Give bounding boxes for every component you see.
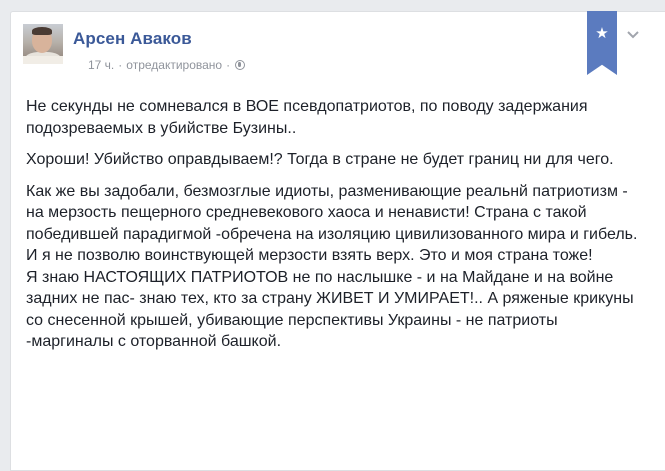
bookmark-ribbon[interactable]: ★ <box>587 11 617 75</box>
author-avatar[interactable] <box>23 24 63 64</box>
post-timestamp[interactable]: 17 ч. <box>88 58 114 72</box>
avatar-arm <box>23 56 63 64</box>
avatar-hair <box>32 27 52 35</box>
post-meta: 17 ч. · отредактировано · <box>88 58 246 72</box>
star-icon: ★ <box>595 25 609 42</box>
post-body: Не секунды не сомневался в ВОЕ псевдопат… <box>26 96 646 353</box>
post-paragraph: Как же вы задобали, безмозглые идиоты, р… <box>26 182 638 243</box>
post-card: Арсен Аваков 17 ч. · отредактировано · ★… <box>10 11 665 471</box>
post-paragraph: Я знаю НАСТОЯЩИХ ПАТРИОТОВ не по наслышк… <box>26 268 634 351</box>
post-paragraph: Хороши! Убийство оправдываем!? Тогда в с… <box>26 151 614 168</box>
chevron-down-icon[interactable] <box>625 29 641 43</box>
author-name-link[interactable]: Арсен Аваков <box>73 29 192 49</box>
globe-icon[interactable] <box>235 60 246 70</box>
edited-link[interactable]: отредактировано <box>126 58 222 72</box>
meta-separator-2: · <box>226 58 231 72</box>
post-paragraph: И я не позволю воинствующей мерзости взя… <box>26 247 593 264</box>
post-paragraph: Не секунды не сомневался в ВОЕ псевдопат… <box>26 98 588 137</box>
meta-separator: · <box>118 58 123 72</box>
